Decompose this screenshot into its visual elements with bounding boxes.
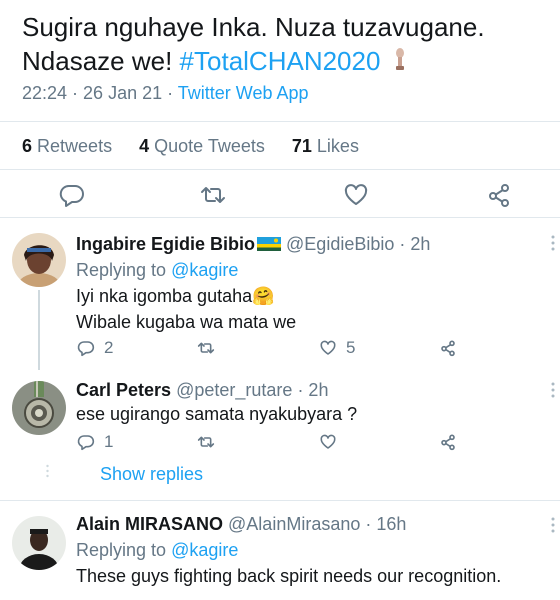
retweet-button[interactable] — [196, 338, 216, 358]
share-button[interactable] — [438, 432, 458, 452]
reply-icon — [77, 435, 95, 451]
reply-time: · 2h — [399, 234, 431, 254]
heart-icon[interactable] — [341, 180, 371, 210]
author-name[interactable]: Ingabire Egidie Bibio — [76, 234, 255, 254]
thread-dots — [46, 464, 49, 478]
author-name[interactable]: Alain MIRASANO — [76, 514, 223, 534]
quote-tweets-stat[interactable]: 4 Quote Tweets — [139, 136, 265, 156]
author-handle[interactable]: @EgidieBibio — [286, 234, 394, 254]
more-vertical-icon[interactable] — [550, 516, 556, 534]
reply-actions: 2 5 — [76, 338, 476, 360]
avatar[interactable] — [12, 381, 66, 435]
reply-count: 2 — [104, 338, 114, 357]
reply-time: · 16h — [365, 514, 407, 534]
tweet-actions — [0, 180, 560, 210]
reply-actions: 1 — [76, 432, 476, 454]
reply-line: ese ugirango samata nyakubyara ? — [76, 404, 358, 424]
tweet-text: Sugira nguhaye Inka. Nuza tuzavugane. Nd… — [22, 10, 542, 78]
divider — [0, 217, 560, 218]
share-icon[interactable] — [484, 180, 514, 210]
share-icon — [441, 340, 455, 357]
reply-button[interactable]: 1 — [76, 432, 113, 452]
reply-time: · 2h — [297, 380, 329, 400]
author-handle[interactable]: @AlainMirasano — [228, 514, 360, 534]
divider — [0, 121, 560, 122]
reply-icon — [77, 341, 95, 357]
trophy-emoji-icon — [395, 48, 404, 70]
avatar-image — [12, 381, 66, 435]
avatar[interactable] — [12, 233, 66, 287]
tweet-meta: 22:24 · 26 Jan 21 · Twitter Web App — [22, 83, 309, 104]
avatar[interactable] — [12, 516, 66, 570]
heart-icon — [320, 340, 336, 355]
heart-icon — [320, 434, 336, 449]
avatar-image — [12, 516, 66, 570]
mention-link[interactable]: @kagire — [171, 540, 238, 560]
thread-line — [38, 290, 40, 370]
retweet-icon[interactable] — [198, 180, 228, 210]
author-handle[interactable]: @peter_rutare — [176, 380, 292, 400]
more-vertical-icon[interactable] — [550, 381, 556, 399]
reply-count: 1 — [104, 432, 114, 451]
reply-body: These guys fighting back spirit needs ou… — [76, 563, 501, 589]
reply-button[interactable]: 2 — [76, 338, 113, 358]
avatar-image — [12, 233, 66, 287]
retweet-icon — [197, 342, 215, 354]
tweet-timestamp: 22:24 · 26 Jan 21 · — [22, 83, 178, 103]
retweet-button[interactable] — [196, 432, 216, 452]
reply-line: These guys fighting back spirit needs ou… — [76, 566, 502, 586]
retweet-icon — [197, 436, 215, 448]
like-button[interactable] — [318, 432, 338, 452]
reply-author: Ingabire Egidie Bibio @EgidieBibio · 2h — [76, 234, 430, 255]
reply-body: Iyi nka igomba gutaha🤗 Wibale kugaba wa … — [76, 283, 296, 335]
rwanda-flag-icon — [257, 237, 282, 251]
replying-to: Replying to @kagire — [76, 260, 239, 280]
reply-line: Wibale kugaba wa mata we — [76, 312, 297, 332]
author-name[interactable]: Carl Peters — [76, 380, 171, 400]
more-vertical-icon[interactable] — [550, 234, 556, 252]
mention-link[interactable]: @kagire — [171, 260, 238, 280]
divider — [0, 500, 560, 501]
share-button[interactable] — [438, 338, 458, 358]
reply-icon[interactable] — [57, 180, 87, 210]
reply-author: Alain MIRASANO @AlainMirasano · 16h — [76, 514, 406, 535]
likes-stat[interactable]: 71 Likes — [292, 136, 359, 156]
retweets-stat[interactable]: 6 Retweets — [22, 136, 112, 156]
show-replies-link[interactable]: Show replies — [100, 464, 203, 485]
hashtag-link[interactable]: #TotalCHAN2020 — [180, 46, 381, 76]
tweet-source-link[interactable]: Twitter Web App — [178, 83, 309, 103]
like-button[interactable]: 5 — [318, 338, 355, 358]
reply-body: ese ugirango samata nyakubyara ? — [76, 401, 357, 427]
replying-to: Replying to @kagire — [76, 540, 239, 560]
reply-author: Carl Peters @peter_rutare · 2h — [76, 380, 328, 401]
reply-line: Iyi nka igomba gutaha🤗 — [76, 286, 275, 306]
like-count: 5 — [346, 338, 356, 357]
tweet-stats: 6 Retweets 4 Quote Tweets 71 Likes — [22, 136, 381, 157]
divider — [0, 169, 560, 170]
share-icon — [441, 434, 455, 451]
